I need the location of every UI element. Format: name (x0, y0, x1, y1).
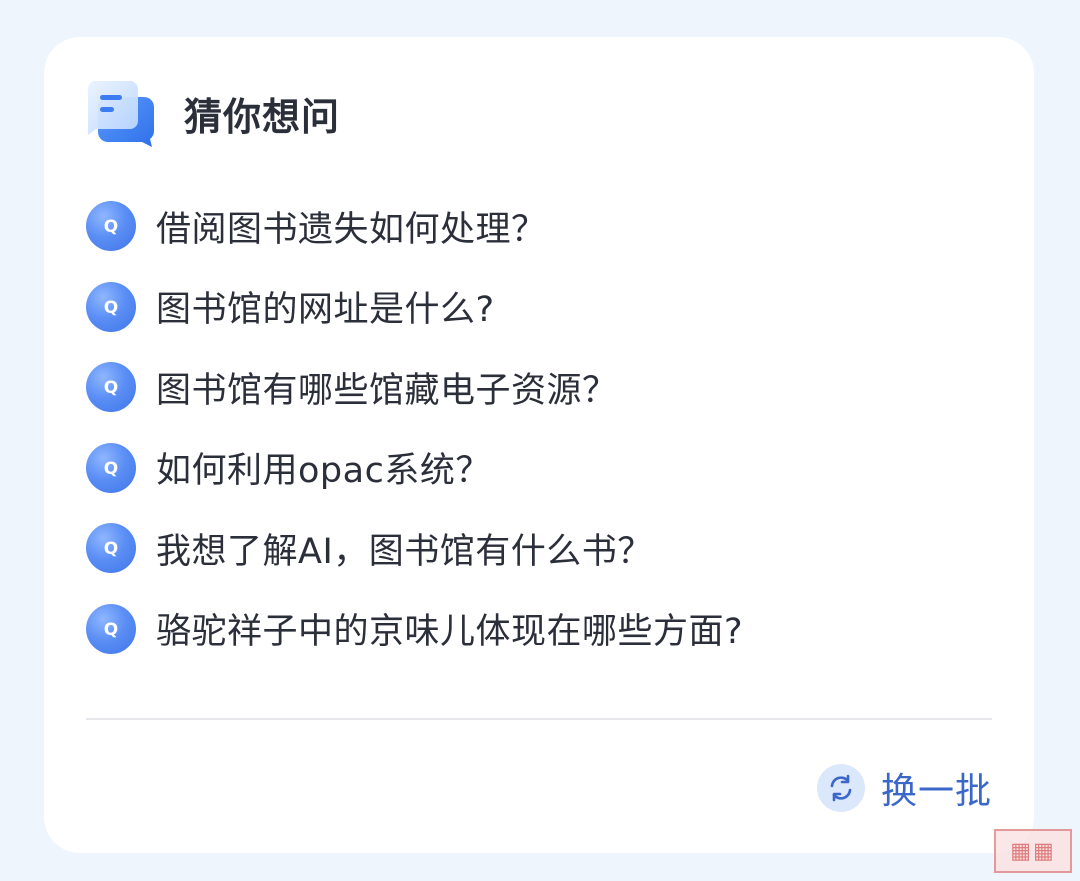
question-text[interactable]: 借阅图书遗失如何处理？ (156, 201, 547, 252)
card-header: 猜你想问 (86, 77, 340, 149)
question-list: Q 借阅图书遗失如何处理？ Q 图书馆的网址是什么? Q 图书馆有哪些馆藏电子资… (86, 199, 743, 682)
svg-text:Q: Q (104, 298, 118, 318)
refresh-batch-button[interactable]: 换一批 (816, 762, 992, 814)
watermark-stamp: ▦▦ (994, 829, 1072, 873)
refresh-label[interactable]: 换一批 (881, 762, 992, 814)
question-text[interactable]: 如何利用opac系统？ (156, 442, 491, 493)
q-badge-icon: Q (86, 362, 136, 412)
question-item[interactable]: Q 我想了解AI，图书馆有什么书？ (86, 521, 743, 575)
chat-bubbles-icon (87, 81, 154, 147)
question-text[interactable]: 图书馆的网址是什么? (156, 281, 495, 332)
svg-text:Q: Q (104, 539, 118, 559)
question-text[interactable]: 我想了解AI，图书馆有什么书？ (156, 523, 653, 574)
svg-text:Q: Q (104, 459, 118, 479)
divider (86, 718, 992, 720)
svg-text:Q: Q (104, 620, 118, 640)
question-item[interactable]: Q 如何利用opac系统？ (86, 441, 743, 495)
q-badge-icon: Q (86, 442, 136, 493)
question-item[interactable]: Q 图书馆的网址是什么? (86, 280, 743, 334)
q-badge-icon: Q (86, 201, 136, 251)
question-item[interactable]: Q 借阅图书遗失如何处理？ (86, 199, 743, 253)
q-badge-icon: Q (86, 523, 136, 573)
refresh-icon (816, 764, 865, 812)
suggested-questions-card: 猜你想问 Q 借阅图书遗失如何处理？ Q 图书馆的网址是什么? Q 图书馆有哪些… (44, 37, 1034, 853)
question-text[interactable]: 骆驼祥子中的京味儿体现在哪些方面? (156, 603, 743, 654)
question-item[interactable]: Q 图书馆有哪些馆藏电子资源？ (86, 360, 743, 414)
svg-text:Q: Q (104, 378, 118, 398)
card-title: 猜你想问 (184, 94, 341, 139)
question-item[interactable]: Q 骆驼祥子中的京味儿体现在哪些方面? (86, 602, 743, 656)
q-badge-icon: Q (86, 603, 136, 654)
question-text[interactable]: 图书馆有哪些馆藏电子资源？ (156, 362, 618, 413)
q-badge-icon: Q (86, 281, 136, 332)
svg-text:Q: Q (104, 217, 118, 237)
